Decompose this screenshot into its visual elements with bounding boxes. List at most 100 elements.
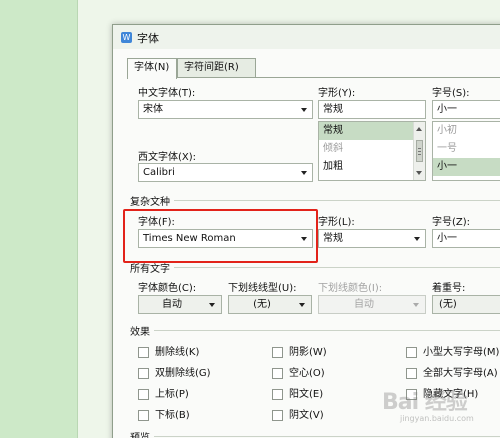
section-divider <box>130 200 500 201</box>
superscript-label: 上标(P) <box>155 389 189 400</box>
font-color-value: 自动 <box>162 299 182 310</box>
baidu-watermark-url: jingyan.baidu.com <box>400 414 474 423</box>
grip-line <box>418 148 421 149</box>
font-size-list[interactable]: 小初 一号 小一 <box>432 121 500 181</box>
checkbox-box[interactable] <box>138 410 149 421</box>
section-divider <box>130 267 500 268</box>
emphasis-value: (无) <box>439 299 457 310</box>
checkbox-box[interactable] <box>272 347 283 358</box>
chinese-font-combo[interactable]: 宋体 <box>138 100 313 119</box>
checkbox-box[interactable] <box>138 368 149 379</box>
complex-size-value: 小一 <box>437 233 457 244</box>
font-size-label: 字号(S): <box>432 88 470 99</box>
font-size-option[interactable]: 小一 <box>433 158 500 176</box>
chinese-font-label: 中文字体(T): <box>138 88 196 99</box>
subscript-label: 下标(B) <box>155 410 190 421</box>
subscript-checkbox[interactable]: 下标(B) <box>138 409 258 423</box>
font-style-value: 常规 <box>323 104 343 115</box>
font-style-scrollbar[interactable] <box>413 122 425 180</box>
outline-checkbox[interactable]: 空心(O) <box>272 367 382 381</box>
emboss-label: 阳文(E) <box>289 389 324 400</box>
outline-label: 空心(O) <box>289 368 325 379</box>
chevron-down-icon <box>413 303 419 307</box>
tab-character-spacing[interactable]: 字符间距(R) <box>177 58 256 78</box>
grip-line <box>418 154 421 155</box>
complex-style-value: 常规 <box>323 233 343 244</box>
complex-style-combo[interactable]: 常规 <box>318 229 426 248</box>
complex-font-combo[interactable]: Times New Roman <box>138 229 313 248</box>
complex-size-combo[interactable]: 小一 <box>432 229 500 248</box>
font-style-input[interactable]: 常规 <box>318 100 426 119</box>
chevron-down-icon <box>209 303 215 307</box>
checkbox-box[interactable] <box>406 347 417 358</box>
font-color-label: 字体颜色(C): <box>138 283 197 294</box>
checkbox-box[interactable] <box>138 389 149 400</box>
scroll-down-icon[interactable] <box>416 171 422 175</box>
wps-writer-icon: W <box>121 32 132 43</box>
complex-script-title: 复杂文种 <box>130 193 174 208</box>
chevron-down-icon <box>301 171 307 175</box>
font-size-input[interactable]: 小一 <box>432 100 500 119</box>
chinese-font-value: 宋体 <box>143 104 163 115</box>
section-divider <box>130 330 500 331</box>
underline-color-label: 下划线颜色(I): <box>318 283 383 294</box>
section-divider <box>130 436 500 437</box>
scroll-thumb[interactable] <box>416 140 423 162</box>
chevron-down-icon <box>301 108 307 112</box>
all-caps-label: 全部大写字母(A) <box>423 368 498 379</box>
chevron-down-icon <box>414 237 420 241</box>
background-left <box>0 0 78 438</box>
font-style-option[interactable]: 加粗 <box>319 158 425 176</box>
shadow-label: 阴影(W) <box>289 347 327 358</box>
underline-type-dropdown[interactable]: (无) <box>228 295 312 314</box>
emboss-checkbox[interactable]: 阳文(E) <box>272 388 382 402</box>
engrave-checkbox[interactable]: 阴文(V) <box>272 409 382 423</box>
all-caps-checkbox[interactable]: 全部大写字母(A) <box>406 367 500 381</box>
strikethrough-label: 删除线(K) <box>155 347 200 358</box>
double-strikethrough-label: 双删除线(G) <box>155 368 211 379</box>
engrave-label: 阴文(V) <box>289 410 324 421</box>
font-size-option[interactable]: 小初 <box>433 122 500 140</box>
checkbox-box[interactable] <box>138 347 149 358</box>
complex-font-value: Times New Roman <box>143 233 236 244</box>
checkbox-box[interactable] <box>272 410 283 421</box>
effects-title: 效果 <box>130 323 154 338</box>
grip-line <box>418 151 421 152</box>
chevron-down-icon <box>301 237 307 241</box>
complex-font-label: 字体(F): <box>138 217 175 228</box>
checkbox-box[interactable] <box>272 389 283 400</box>
small-caps-label: 小型大写字母(M) <box>423 347 500 358</box>
font-style-option[interactable]: 倾斜 <box>319 140 425 158</box>
western-font-combo[interactable]: Calibri <box>138 163 313 182</box>
superscript-checkbox[interactable]: 上标(P) <box>138 388 258 402</box>
complex-size-label: 字号(Z): <box>432 217 471 228</box>
checkbox-box[interactable] <box>406 368 417 379</box>
strikethrough-checkbox[interactable]: 删除线(K) <box>138 346 258 360</box>
double-strikethrough-checkbox[interactable]: 双删除线(G) <box>138 367 258 381</box>
font-size-value: 小一 <box>437 104 457 115</box>
font-color-dropdown[interactable]: 自动 <box>138 295 222 314</box>
checkbox-box[interactable] <box>272 368 283 379</box>
underline-color-dropdown[interactable]: 自动 <box>318 295 426 314</box>
shadow-checkbox[interactable]: 阴影(W) <box>272 346 382 360</box>
chevron-down-icon <box>299 303 305 307</box>
emphasis-label: 着重号: <box>432 283 466 294</box>
underline-type-label: 下划线线型(U): <box>228 283 297 294</box>
emphasis-dropdown[interactable]: (无) <box>432 295 500 314</box>
underline-type-value: (无) <box>253 299 271 310</box>
complex-style-label: 字形(L): <box>318 217 355 228</box>
font-size-option[interactable]: 一号 <box>433 140 500 158</box>
font-style-list[interactable]: 常规 倾斜 加粗 <box>318 121 426 181</box>
title-bar[interactable]: W 字体 <box>113 25 500 49</box>
font-style-option[interactable]: 常规 <box>319 122 425 140</box>
small-caps-checkbox[interactable]: 小型大写字母(M) <box>406 346 500 360</box>
underline-color-value: 自动 <box>354 299 374 310</box>
baidu-watermark-logo: Bai 经验 <box>382 390 468 415</box>
scroll-up-icon[interactable] <box>416 127 422 131</box>
dialog-title: 字体 <box>137 32 159 45</box>
font-style-label: 字形(Y): <box>318 88 356 99</box>
western-font-value: Calibri <box>143 167 175 178</box>
preview-title: 预览 <box>130 429 154 438</box>
tab-font[interactable]: 字体(N) <box>127 58 177 79</box>
all-text-title: 所有文字 <box>130 260 174 275</box>
